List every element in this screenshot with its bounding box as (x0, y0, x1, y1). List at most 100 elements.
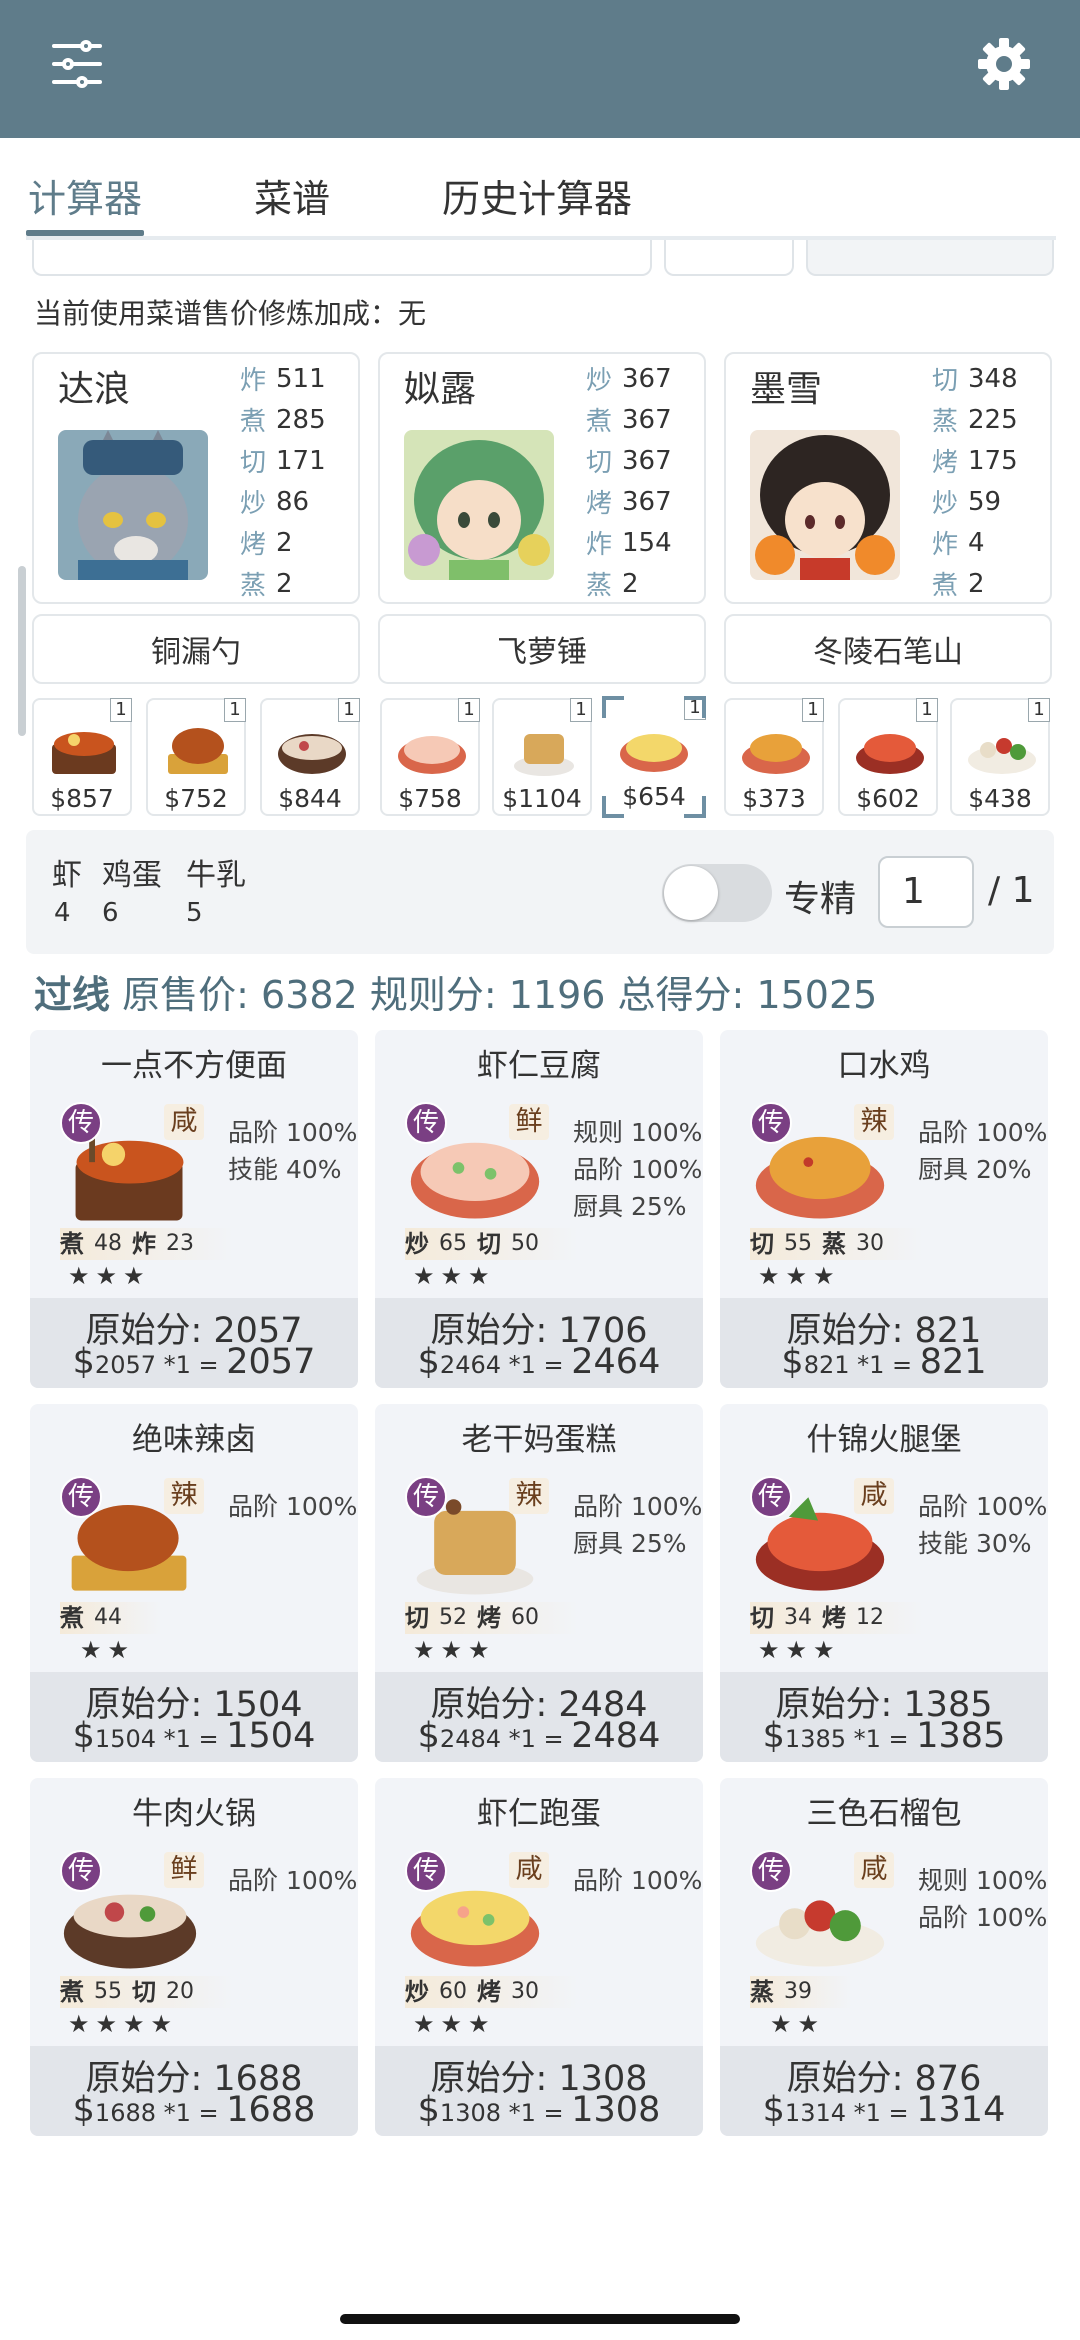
dish-slot[interactable]: $438 1 (950, 698, 1050, 816)
dish-slot-selected[interactable]: $654 1 (602, 696, 706, 818)
score-box: 原始分: 1688 $1688 *1 = 1688 (30, 2046, 358, 2136)
skill-value: 23 (166, 1231, 194, 1256)
calc-price: 1308 (439, 2099, 501, 2127)
calc-price: 1314 (784, 2099, 846, 2127)
specialize-total: / 1 (988, 870, 1035, 911)
dish-card[interactable]: 老干妈蛋糕 传 辣 品阶 100% 厨具 25% 切 52 烤 60 ★★★ 原始分: … (375, 1404, 703, 1762)
tab-calculator[interactable]: 计算器 (28, 168, 142, 223)
skill-value: 55 (784, 1231, 812, 1256)
dish-card[interactable]: 一点不方便面 传 咸 品阶 100% 技能 40% 煮 48 炸 23 ★★★ 原始分:… (30, 1030, 358, 1388)
ingredient-panel: 虾 4 鸡蛋 6 牛乳 5 专精 1 / 1 (26, 830, 1054, 954)
chef-card-1[interactable]: 达浪 炸 511 煮 285 切 171 炒 86 烤2 蒸2 (32, 352, 360, 604)
skill-value: 55 (94, 1979, 122, 2004)
scrollbar[interactable] (18, 566, 26, 736)
braised-dish-icon (168, 728, 228, 774)
calc-multiplier: *1 = (846, 1725, 917, 1753)
equipment-button-1[interactable]: 铜漏勺 (32, 614, 360, 684)
flavor-badge: 辣 (509, 1478, 549, 1514)
grade-badge: 传 (60, 1476, 102, 1518)
chef-name: 姒露 (404, 369, 477, 410)
score-box: 原始分: 2484 $2484 *1 = 2484 (375, 1672, 703, 1762)
dish-card[interactable]: 牛肉火锅 传 鲜 品阶 100% 煮 55 切 20 ★★★★ 原始分: 1688 $… (30, 1778, 358, 2136)
skill-type: 切 (750, 1230, 774, 1258)
dish-slot[interactable]: $602 1 (838, 698, 938, 816)
boost-list: 品阶 100% 厨具 25% (573, 1488, 702, 1562)
grade-badge: 传 (60, 1850, 102, 1892)
boost-list: 品阶 100% (573, 1862, 702, 1899)
dish-card[interactable]: 虾仁豆腐 传 鲜 规则 100% 品阶 100% 厨具 25% 炒 65 切 50 ★★★… (375, 1030, 703, 1388)
equipment-button-3[interactable]: 冬陵石笔山 (724, 614, 1052, 684)
tab-recipes[interactable]: 菜谱 (254, 168, 330, 223)
gear-icon[interactable] (976, 36, 1032, 92)
specialize-label: 专精 (784, 879, 857, 920)
calc-price: 1688 (94, 2099, 156, 2127)
ingredient-name: 虾 (52, 858, 82, 893)
boost-text: 品阶 100% (573, 1492, 703, 1521)
dish-slot[interactable]: $1104 1 (492, 698, 592, 816)
calc-total: 2464 (571, 1342, 661, 1382)
price-calculation: $2057 *1 = 2057 (72, 1342, 316, 1382)
dish-card[interactable]: 三色石榴包 传 咸 规则 100% 品阶 100% 蒸 39 ★★ 原始分: 876… (720, 1778, 1048, 2136)
total-score-label: 总得分: (617, 973, 745, 1017)
dish-card[interactable]: 什锦火腿堡 传 咸 品阶 100% 技能 30% 切 34 烤 12 ★★★ 原始分: … (720, 1404, 1048, 1762)
boost-text: 技能 40% (228, 1155, 342, 1184)
skill-requirements: 炒 60 烤 30 (405, 1976, 579, 2008)
specialize-toggle[interactable] (662, 864, 772, 922)
skill-type: 烤 (477, 1604, 501, 1632)
pass-status: 过线 (34, 973, 111, 1017)
skill-requirements: 蒸 39 (750, 1976, 852, 2008)
skill-requirements: 切 34 烤 12 (750, 1602, 924, 1634)
dish-name: 口水鸡 (837, 1048, 931, 1084)
dish-card[interactable]: 绝味辣卤 传 辣 品阶 100% 煮 44 ★★ 原始分: 1504 $1504 … (30, 1404, 358, 1762)
scrolled-input-3[interactable] (806, 240, 1054, 276)
skill-type: 煮 (60, 1604, 84, 1632)
scrolled-input-1[interactable] (32, 240, 652, 276)
calc-multiplier: *1 = (156, 2099, 227, 2127)
dish-slot[interactable]: $752 1 (146, 698, 246, 816)
skill-value: 48 (94, 1231, 122, 1256)
skill-type: 炒 (405, 1978, 429, 2006)
dish-slot[interactable]: $758 1 (380, 698, 480, 816)
flavor-badge: 辣 (854, 1104, 894, 1140)
dish-card[interactable]: 口水鸡 传 辣 品阶 100% 厨具 20% 切 55 蒸 30 ★★★ 原始分: 82… (720, 1030, 1048, 1388)
dish-card[interactable]: 虾仁跑蛋 传 咸 品阶 100% 炒 60 烤 30 ★★★ 原始分: 1308 $1… (375, 1778, 703, 2136)
grade-badge: 传 (750, 1850, 792, 1892)
chicken-dish-icon (742, 734, 810, 774)
star-rating: ★★★ (413, 1262, 496, 1290)
calc-price: 1385 (784, 1725, 846, 1753)
scrolled-input-2[interactable] (664, 240, 794, 276)
equipment-button-2[interactable]: 飞萝锤 (378, 614, 706, 684)
skill-value: 30 (511, 1979, 539, 2004)
boost-text: 品阶 100% (918, 1118, 1048, 1147)
skill-requirements: 煮 55 切 20 (60, 1976, 234, 2008)
dish-slot[interactable]: $857 1 (32, 698, 132, 816)
boost-list: 品阶 100% (228, 1862, 357, 1899)
calc-multiplier: *1 = (501, 2099, 572, 2127)
chef-stats: 炸 511 煮 285 切 171 炒 86 烤2 蒸2 (240, 363, 326, 602)
calc-price: 2464 (439, 1351, 501, 1379)
dish-slot[interactable]: $373 1 (724, 698, 824, 816)
dish-name: 牛肉火锅 (132, 1796, 256, 1832)
specialize-count-input[interactable]: 1 (878, 856, 974, 928)
tab-history-calculator[interactable]: 历史计算器 (442, 168, 632, 223)
boost-text: 厨具 25% (573, 1529, 687, 1558)
dish-slot[interactable]: $844 1 (260, 698, 360, 816)
green-hair-chef-avatar (404, 430, 554, 580)
score-box: 原始分: 2057 $2057 *1 = 2057 (30, 1298, 358, 1388)
calc-multiplier: *1 = (156, 1725, 227, 1753)
chef-card-2[interactable]: 姒露 炒 367 煮 367 切 367 烤 367 炸 154 蒸2 (378, 352, 706, 604)
home-indicator[interactable] (340, 2314, 740, 2324)
tune-icon[interactable] (52, 40, 102, 88)
chef-card-3[interactable]: 墨雪 切 348 蒸 225 烤 175 炒 59 炸4 煮2 (724, 352, 1052, 604)
chef-name: 墨雪 (750, 369, 823, 410)
skill-requirements: 切 52 烤 60 (405, 1602, 579, 1634)
dish-name: 什锦火腿堡 (806, 1422, 962, 1458)
rule-score-value: 1196 (508, 973, 606, 1017)
score-box: 原始分: 1308 $1308 *1 = 1308 (375, 2046, 703, 2136)
ingredient-name: 鸡蛋 (102, 858, 162, 893)
boost-list: 品阶 100% 技能 40% (228, 1114, 357, 1188)
star-rating: ★★★★ (68, 2010, 179, 2038)
skill-value: 39 (784, 1979, 812, 2004)
shrimp-tofu-icon (398, 736, 466, 774)
bun-plate-icon (968, 738, 1036, 774)
